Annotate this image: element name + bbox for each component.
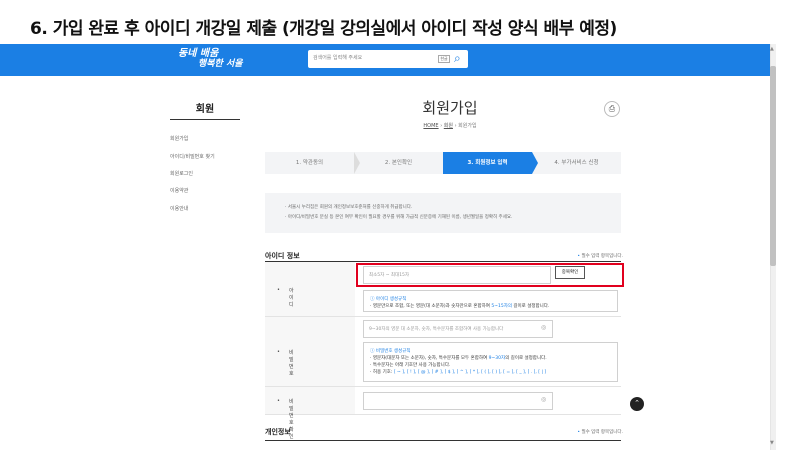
password-confirm-input[interactable]	[363, 392, 553, 410]
page-title: 회원가입	[422, 99, 478, 117]
password-rule-symbols: · 허용 기호: [ ~ ], [ ! ], [ @ ], [ # ], [ $…	[370, 370, 547, 375]
step-member-info: 3. 회원정보 입력	[443, 152, 532, 174]
eye-icon[interactable]: ◎	[541, 324, 546, 331]
id-label: • 아이디	[277, 287, 294, 308]
privacy-notice: · 서울시 누리집은 회원의 개인정보보호준처를 신중하게 취급합니다. · 아…	[265, 193, 621, 233]
password-rule-title: ⓘ 비밀번호 생성규칙	[370, 349, 411, 354]
section-divider	[265, 440, 621, 441]
notice-line: · 아이디/비밀번호 분실 등 본인 여부 확인이 필요할 경우를 위해 가급적…	[285, 215, 513, 220]
search-icon[interactable]: ⌕	[454, 51, 461, 66]
required-note: • 필수 입력 항목입니다.	[577, 254, 623, 259]
required-note: • 필수 입력 항목입니다.	[577, 430, 623, 435]
id-rule-title: ⓘ 아이디 생성규칙	[370, 297, 407, 302]
sidebar-item-login[interactable]: 회원로그인	[170, 170, 193, 177]
notice-line: · 서울시 누리집은 회원의 개인정보보호준처를 신중하게 취급합니다.	[285, 205, 413, 210]
sidebar-divider	[170, 119, 240, 120]
password-input[interactable]: 9~30자의 영문 대 소문자, 숫자, 특수문자를 조합하여 사용 가능합니다	[363, 320, 553, 338]
step-terms: 1. 약관동의	[265, 152, 354, 174]
step-extra-service: 4. 부가서비스 신청	[532, 152, 621, 174]
step-arrow	[354, 152, 360, 174]
step-verify: 2. 본인확인	[354, 152, 443, 174]
personal-section-title: 개인정보	[265, 428, 291, 436]
breadcrumb-home[interactable]: HOME	[423, 123, 438, 129]
breadcrumb-current: 회원가입	[458, 123, 477, 129]
sidebar-item-find-account[interactable]: 아이디/비밀번호 찾기	[170, 153, 215, 160]
scroll-down-icon[interactable]: ▼	[770, 440, 774, 446]
page-scrollbar[interactable]: ▲ ▼	[770, 44, 800, 450]
id-rule-box: ⓘ 아이디 생성규칙 · 영문만으로 조합, 또는 영문(대 소문자)과 숫자만…	[363, 290, 618, 312]
signup-steps: 1. 약관동의 2. 본인확인 3. 회원정보 입력 4. 부가서비스 신청	[265, 152, 621, 174]
scroll-up-icon[interactable]: ▲	[770, 46, 774, 52]
breadcrumb-member[interactable]: 회원	[444, 123, 453, 129]
sidebar-item-guide[interactable]: 이용안내	[170, 205, 188, 212]
breadcrumb: HOME › 회원 › 회원가입	[423, 123, 477, 129]
password-confirm-label: • 비밀번호 확인	[277, 398, 294, 440]
site-logo[interactable]: 동네 배움 행복한 서울	[178, 48, 243, 70]
sidebar-item-terms[interactable]: 이용약관	[170, 187, 188, 194]
sidebar-title: 회원	[195, 104, 215, 115]
step-arrow	[532, 152, 538, 174]
id-rule-text: · 영문만으로 조합, 또는 영문(대 소문자)과 숫자만으로 혼합하여 5~1…	[370, 304, 550, 309]
eye-icon[interactable]: ◎	[541, 396, 546, 403]
password-label: • 비밀번호	[277, 349, 294, 377]
scroll-top-icon[interactable]: ⌃	[630, 397, 644, 411]
highlight-box	[356, 263, 624, 287]
instruction-caption: 6. 가입 완료 후 아이디 개강일 제출 (개강일 강의실에서 아이디 작성 …	[30, 19, 617, 39]
password-rule-line: · 특수문자는 아래 기호만 사용 가능합니다.	[370, 363, 451, 368]
keyboard-toggle[interactable]: 한글	[438, 55, 450, 63]
sidebar-item-signup[interactable]: 회원가입	[170, 135, 188, 142]
logo-line2: 행복한 서울	[198, 59, 243, 69]
id-section-title: 아이디 정보	[265, 252, 300, 260]
password-rule-line: · 영문자(대문자 또는 소문자), 숫자, 특수문자를 모두 혼합하여 9~3…	[370, 356, 547, 361]
print-icon[interactable]: ⎙	[604, 101, 620, 117]
search-input[interactable]: 검색어를 입력해 주세요	[313, 54, 362, 61]
search-bar[interactable]: 검색어를 입력해 주세요 한글 ⌕	[308, 50, 468, 68]
scrollbar-thumb[interactable]	[770, 66, 776, 266]
password-rule-box: ⓘ 비밀번호 생성규칙 · 영문자(대문자 또는 소문자), 숫자, 특수문자를…	[363, 342, 618, 382]
site-header: 동네 배움 행복한 서울 검색어를 입력해 주세요 한글 ⌕	[0, 44, 770, 76]
logo-line1: 동네 배움	[178, 48, 219, 59]
